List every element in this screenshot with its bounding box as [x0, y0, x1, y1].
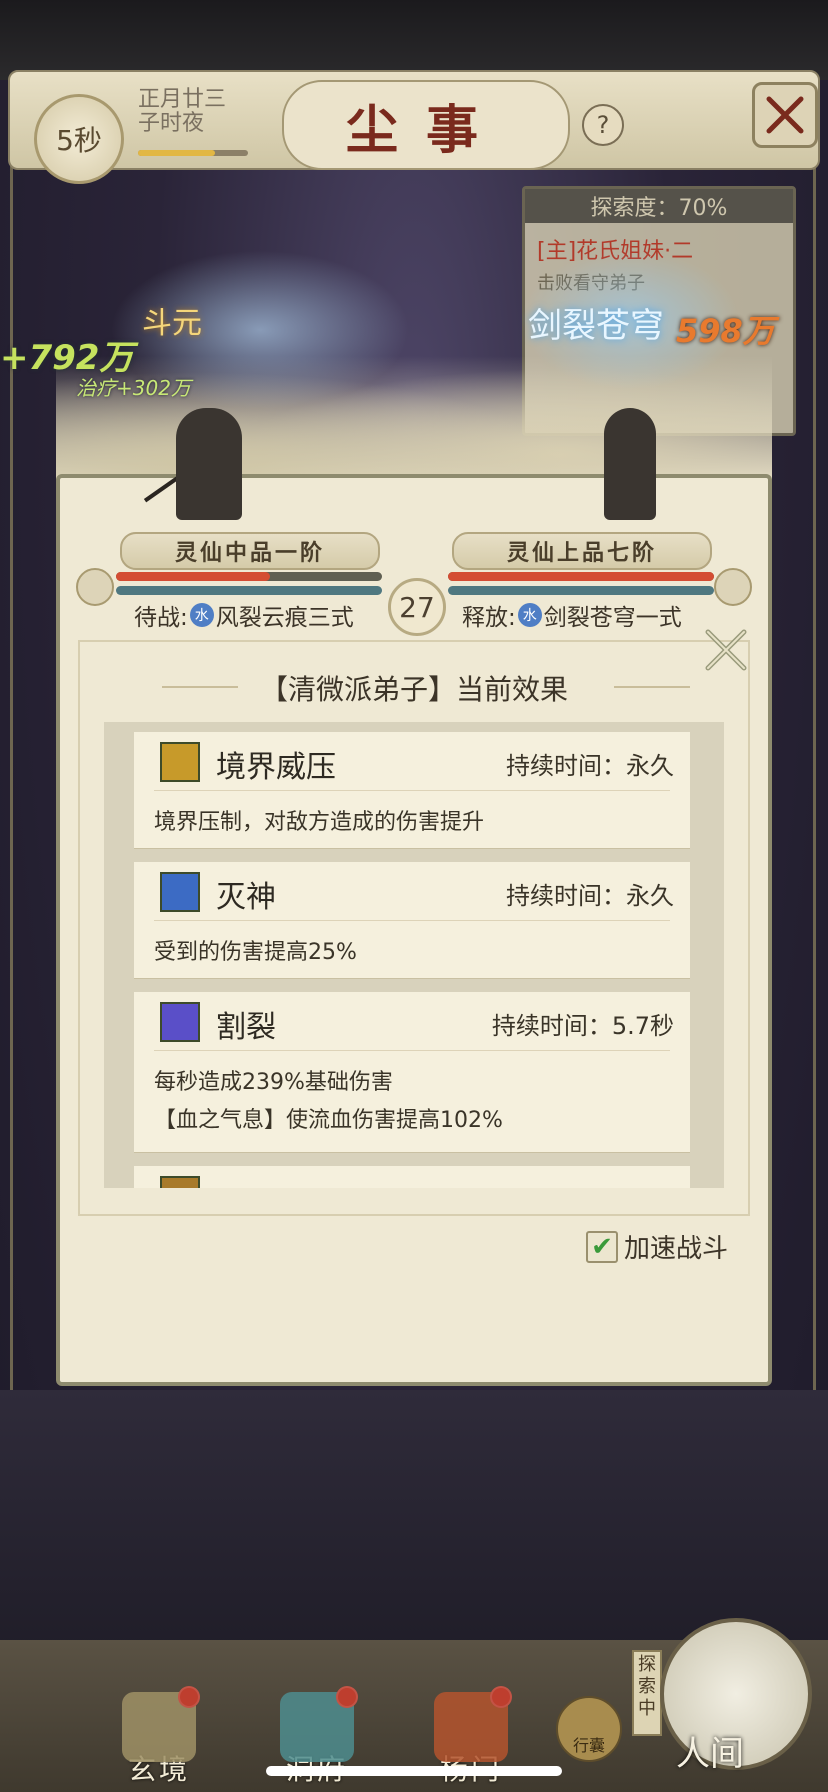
right-avatar-slot[interactable] [714, 568, 752, 606]
bag-button[interactable]: 行囊 [556, 1696, 622, 1762]
date-line: 正月廿三 [138, 87, 227, 112]
effect-description-bonus: 【血之气息】使流血伤害提高102% [154, 1108, 503, 1133]
right-mana-bar [448, 586, 714, 595]
left-skill-fx-text: 斗元 [142, 306, 202, 341]
effect-icon [160, 1176, 200, 1188]
left-rank: 灵仙中品一阶 [120, 532, 380, 570]
help-button[interactable]: ? [582, 104, 624, 146]
home-indicator[interactable] [266, 1766, 562, 1776]
effect-name: 割裂 [216, 1010, 276, 1045]
timer-text: 5秒 [56, 124, 102, 157]
list-item[interactable] [134, 1166, 690, 1188]
time-progress-bar [138, 150, 248, 156]
left-skill-status: 待战: 水 风裂云痕三式 [134, 598, 354, 632]
world-label: 人间 [676, 1734, 744, 1774]
effects-title: 【清微派弟子】当前效果 [259, 673, 568, 706]
destroy-god-icon [160, 872, 200, 912]
check-icon: ✔ [591, 1231, 613, 1262]
timer: 5秒 [34, 94, 124, 184]
game-date: 正月廿三 子时夜 [138, 88, 226, 136]
close-button[interactable] [752, 82, 818, 148]
effect-description: 受到的伤害提高25% [154, 940, 357, 965]
notification-dot [336, 1686, 358, 1708]
effect-duration: 持续时间：5.7秒 [491, 1012, 674, 1040]
exploring-tag: 探索中 [632, 1650, 662, 1736]
effect-name: 境界威压 [216, 750, 336, 785]
top-header: 5秒 正月廿三 子时夜 尘事 ? [8, 70, 820, 184]
left-skill-name: 风裂云痕三式 [215, 605, 354, 631]
effects-list[interactable]: 境界威压 持续时间：永久 境界压制，对敌方造成的伤害提升 灭神 持续时间：永久 … [104, 722, 724, 1188]
effect-description: 每秒造成239%基础伤害 [154, 1070, 393, 1095]
speed-battle-label: 加速战斗 [624, 1234, 729, 1264]
turn-counter: 27 [388, 578, 446, 636]
close-icon [766, 96, 804, 134]
left-skill-prefix: 待战: [134, 605, 188, 631]
divider [154, 790, 670, 791]
water-element-icon: 水 [517, 603, 542, 627]
right-skill-name: 剑裂苍穹一式 [543, 605, 682, 631]
right-skill-status: 释放: 水 剑裂苍穹一式 [462, 598, 682, 632]
rend-icon [160, 1002, 200, 1042]
left-avatar-slot[interactable] [76, 568, 114, 606]
list-item[interactable]: 境界威压 持续时间：永久 境界压制，对敌方造成的伤害提升 [134, 732, 690, 848]
list-item[interactable]: 灭神 持续时间：永久 受到的伤害提高25% [134, 862, 690, 978]
realm-pressure-icon [160, 742, 200, 782]
effect-name: 灭神 [216, 880, 276, 915]
water-element-icon: 水 [189, 603, 214, 627]
right-hp-bar [448, 572, 714, 581]
notification-dot [178, 1686, 200, 1708]
left-hp-bar [116, 572, 382, 581]
exploration-progress: 探索度：70% [525, 189, 793, 223]
left-heal-number: 治疗+302万 [76, 376, 191, 400]
scroll-icon [122, 1686, 200, 1762]
bag-label: 行囊 [572, 1736, 605, 1755]
page-title: 尘事 [282, 80, 570, 170]
right-damage-number: 598万 [676, 312, 775, 350]
left-fighter [176, 408, 242, 520]
right-skill-prefix: 释放: [462, 605, 516, 631]
time-of-day: 子时夜 [138, 111, 205, 136]
top-status-area [0, 0, 828, 80]
speed-battle-toggle[interactable]: ✔ 加速战斗 [586, 1228, 728, 1265]
nav-item-xuanjing[interactable]: 玄境 [104, 1686, 214, 1788]
list-item[interactable]: 割裂 持续时间：5.7秒 每秒造成239%基础伤害 【血之气息】使流血伤害提高1… [134, 992, 690, 1152]
effect-description: 境界压制，对敌方造成的伤害提升 [154, 810, 485, 835]
right-rank: 灵仙上品七阶 [452, 532, 712, 570]
sect-banner-icon [434, 1686, 512, 1762]
right-hp-fill [448, 572, 714, 581]
divider [154, 920, 670, 921]
right-skill-fx-text: 剑裂苍穹 [528, 306, 664, 346]
close-icon [705, 629, 747, 671]
divider [154, 1050, 670, 1051]
left-mana-bar [116, 586, 382, 595]
cave-house-icon [280, 1686, 358, 1762]
popup-close-button[interactable] [702, 626, 750, 674]
notification-dot [490, 1686, 512, 1708]
effect-duration: 持续时间：永久 [506, 752, 674, 780]
checkbox[interactable]: ✔ [586, 1230, 618, 1263]
effect-duration: 持续时间：永久 [506, 882, 674, 910]
left-hp-fill [116, 572, 271, 581]
right-fighter [604, 408, 656, 520]
